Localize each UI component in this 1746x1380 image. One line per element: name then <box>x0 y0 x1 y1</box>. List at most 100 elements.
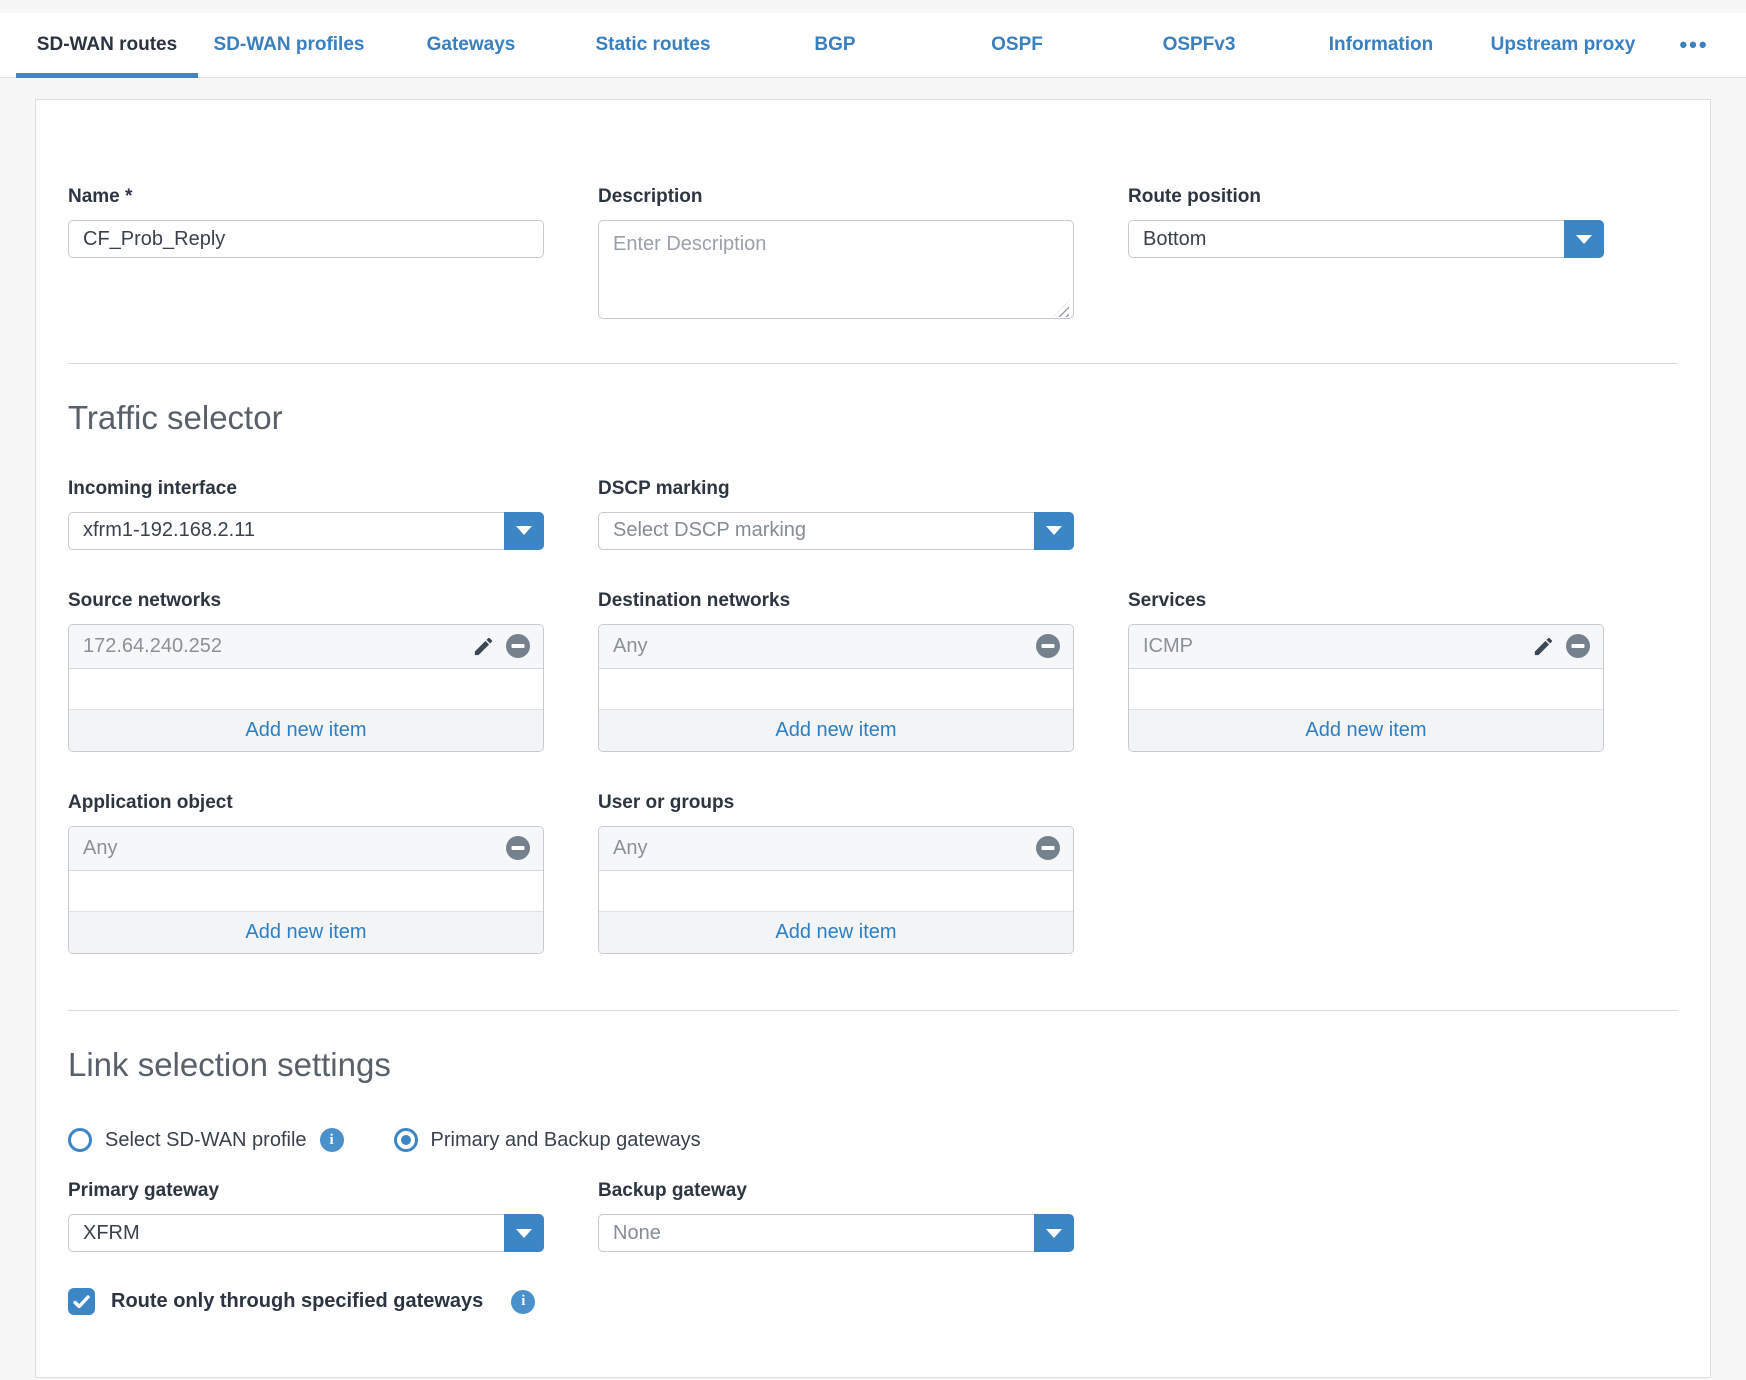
remove-icon[interactable] <box>1035 835 1061 861</box>
application-object-label: Application object <box>68 792 544 814</box>
incoming-interface-label: Incoming interface <box>68 478 544 500</box>
general-fields-row: Name * Description Route position Bottom <box>68 186 1678 324</box>
list-item: 172.64.240.252 <box>69 625 543 669</box>
interface-dscp-row: Incoming interface xfrm1-192.168.2.11 DS… <box>68 478 1678 550</box>
link-selection-title: Link selection settings <box>68 1045 1678 1085</box>
add-new-item-button[interactable]: Add new item <box>69 911 543 953</box>
radio-button[interactable] <box>394 1128 418 1152</box>
destination-networks-label: Destination networks <box>598 590 1074 612</box>
list-item: Any <box>599 827 1073 871</box>
add-new-item-button[interactable]: Add new item <box>69 709 543 751</box>
chevron-down-icon[interactable] <box>1034 512 1074 550</box>
tab-information[interactable]: Information <box>1290 13 1472 77</box>
application-object-listbox: Any Add new item <box>68 826 544 954</box>
tab-static-routes[interactable]: Static routes <box>562 13 744 77</box>
list-empty-area <box>69 871 543 911</box>
info-icon[interactable]: i <box>511 1290 535 1314</box>
destination-networks-field-group: Destination networks Any Add new item <box>598 590 1074 752</box>
radio-label: Primary and Backup gateways <box>431 1129 701 1152</box>
edit-icon[interactable] <box>472 635 495 658</box>
description-field-group: Description <box>598 186 1074 324</box>
section-divider <box>68 363 1678 364</box>
tab-label: SD-WAN routes <box>37 34 177 56</box>
primary-gateway-value: XFRM <box>83 1222 140 1245</box>
services-listbox: ICMP Add new item <box>1128 624 1604 752</box>
list-empty-area <box>69 669 543 709</box>
route-position-value: Bottom <box>1143 228 1206 251</box>
tab-ospf[interactable]: OSPF <box>926 13 1108 77</box>
add-new-item-button[interactable]: Add new item <box>1129 709 1603 751</box>
list-item-value: Any <box>613 635 1035 658</box>
link-selection-options: Select SD-WAN profile i Primary and Back… <box>68 1128 1678 1152</box>
tab-sdwan-routes[interactable]: SD-WAN routes <box>16 13 198 77</box>
route-position-label: Route position <box>1128 186 1604 208</box>
more-tabs-button[interactable]: ••• <box>1654 13 1734 77</box>
dscp-marking-placeholder: Select DSCP marking <box>613 519 806 542</box>
list-item-value: Any <box>613 837 1035 860</box>
incoming-interface-value: xfrm1-192.168.2.11 <box>83 519 255 542</box>
list-empty-area <box>599 669 1073 709</box>
tab-bgp[interactable]: BGP <box>744 13 926 77</box>
list-empty-area <box>599 871 1073 911</box>
networks-services-row: Source networks 172.64.240.252 Add new i… <box>68 590 1678 752</box>
tab-upstream-proxy[interactable]: Upstream proxy <box>1472 13 1654 77</box>
description-label: Description <box>598 186 1074 208</box>
list-item-value: ICMP <box>1143 635 1532 658</box>
services-field-group: Services ICMP Add new item <box>1128 590 1604 752</box>
radio-option-sdwan-profile: Select SD-WAN profile i <box>68 1128 344 1152</box>
tab-sdwan-profiles[interactable]: SD-WAN profiles <box>198 13 380 77</box>
source-networks-listbox: 172.64.240.252 Add new item <box>68 624 544 752</box>
primary-gateway-label: Primary gateway <box>68 1180 544 1202</box>
list-empty-area <box>1129 669 1603 709</box>
list-item: Any <box>69 827 543 871</box>
tab-label: Upstream proxy <box>1491 34 1636 56</box>
backup-gateway-field-group: Backup gateway None <box>598 1180 1074 1252</box>
application-users-row: Application object Any Add new item User… <box>68 792 1678 954</box>
remove-icon[interactable] <box>505 835 531 861</box>
tab-label: OSPF <box>991 34 1043 56</box>
ellipsis-icon: ••• <box>1679 32 1708 58</box>
dscp-marking-select[interactable]: Select DSCP marking <box>598 512 1074 550</box>
chevron-down-icon[interactable] <box>1034 1214 1074 1252</box>
route-only-row: Route only through specified gateways i <box>68 1288 1678 1315</box>
list-item-value: Any <box>83 837 505 860</box>
radio-button[interactable] <box>68 1128 92 1152</box>
edit-icon[interactable] <box>1532 635 1555 658</box>
gateway-row: Primary gateway XFRM Backup gateway None <box>68 1180 1678 1252</box>
primary-gateway-select[interactable]: XFRM <box>68 1214 544 1252</box>
route-only-checkbox[interactable] <box>68 1288 95 1315</box>
tab-label: Static routes <box>595 34 710 56</box>
tab-label: Gateways <box>427 34 516 56</box>
add-new-item-button[interactable]: Add new item <box>599 911 1073 953</box>
radio-option-primary-backup: Primary and Backup gateways <box>394 1128 701 1152</box>
source-networks-label: Source networks <box>68 590 544 612</box>
route-position-select[interactable]: Bottom <box>1128 220 1604 258</box>
dscp-marking-field-group: DSCP marking Select DSCP marking <box>598 478 1074 550</box>
tab-label: BGP <box>814 34 855 56</box>
chevron-down-icon[interactable] <box>504 512 544 550</box>
name-label: Name * <box>68 186 544 208</box>
tab-ospfv3[interactable]: OSPFv3 <box>1108 13 1290 77</box>
incoming-interface-select[interactable]: xfrm1-192.168.2.11 <box>68 512 544 550</box>
remove-icon[interactable] <box>1035 633 1061 659</box>
backup-gateway-select[interactable]: None <box>598 1214 1074 1252</box>
dscp-marking-label: DSCP marking <box>598 478 1074 500</box>
tab-bar: SD-WAN routes SD-WAN profiles Gateways S… <box>0 13 1746 78</box>
tab-gateways[interactable]: Gateways <box>380 13 562 77</box>
chevron-down-icon[interactable] <box>504 1214 544 1252</box>
chevron-down-icon[interactable] <box>1564 220 1604 258</box>
destination-networks-listbox: Any Add new item <box>598 624 1074 752</box>
list-item-value: 172.64.240.252 <box>83 635 472 658</box>
incoming-interface-field-group: Incoming interface xfrm1-192.168.2.11 <box>68 478 544 550</box>
section-divider <box>68 1010 1678 1011</box>
name-input[interactable] <box>68 220 544 258</box>
remove-icon[interactable] <box>505 633 531 659</box>
info-icon[interactable]: i <box>320 1128 344 1152</box>
tab-label: OSPFv3 <box>1163 34 1236 56</box>
add-new-item-button[interactable]: Add new item <box>599 709 1073 751</box>
source-networks-field-group: Source networks 172.64.240.252 Add new i… <box>68 590 544 752</box>
user-or-groups-field-group: User or groups Any Add new item <box>598 792 1074 954</box>
route-position-field-group: Route position Bottom <box>1128 186 1604 324</box>
description-textarea[interactable] <box>598 220 1074 319</box>
remove-icon[interactable] <box>1565 633 1591 659</box>
